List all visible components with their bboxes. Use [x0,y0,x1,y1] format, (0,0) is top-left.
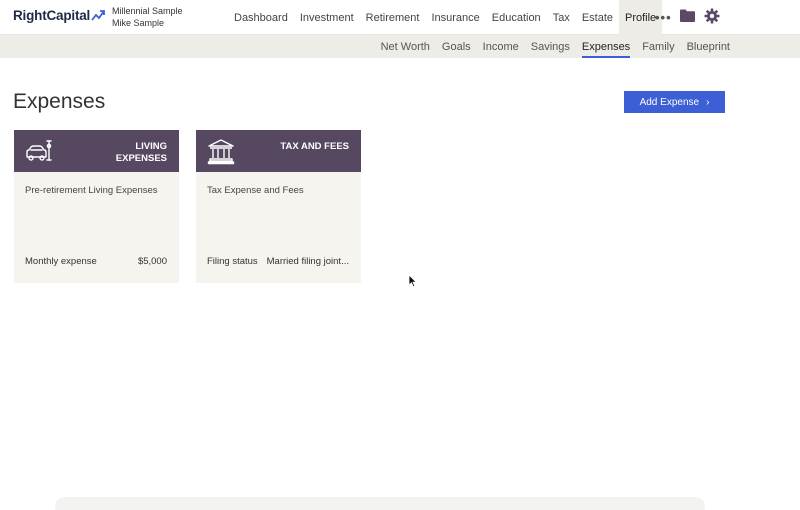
page-title: Expenses [13,90,106,113]
logo-arrow-icon [91,9,106,21]
expense-card-living[interactable]: LIVING EXPENSES Pre-retirement Living Ex… [14,130,179,283]
card-category-title: LIVING EXPENSES [115,141,167,164]
nav-tax[interactable]: Tax [547,0,576,35]
logo-text: RightCapital [13,8,91,23]
bank-icon [207,139,235,165]
subnav-income[interactable]: Income [483,35,519,58]
chevron-right-icon: › [706,96,710,108]
nav-estate[interactable]: Estate [576,0,619,35]
car-icon [26,140,52,161]
card-expense-name: Tax Expense and Fees [207,185,304,196]
add-expense-label: Add Expense [639,96,700,108]
client-primary-name: Millennial Sample [112,6,183,16]
gear-icon[interactable] [704,8,720,24]
subnav-goals[interactable]: Goals [442,35,471,58]
client-switcher[interactable]: Millennial Sample Mike Sample [112,5,183,29]
subnav-expenses[interactable]: Expenses [581,35,631,58]
card-header: LIVING EXPENSES [14,130,179,172]
more-menu-button[interactable]: ••• [655,10,672,25]
card-expense-name: Pre-retirement Living Expenses [25,185,158,196]
subnav-blueprint[interactable]: Blueprint [687,35,730,58]
bottom-panel-edge [55,497,705,510]
expense-card-tax[interactable]: TAX AND FEES Tax Expense and Fees Filing… [196,130,361,283]
mouse-cursor-icon [408,274,418,288]
subnav-family[interactable]: Family [642,35,674,58]
card-footer-value: Married filing joint... [266,256,349,267]
nav-education[interactable]: Education [486,0,547,35]
card-category-title: TAX AND FEES [280,141,349,152]
nav-retirement[interactable]: Retirement [360,0,426,35]
subnav-net-worth[interactable]: Net Worth [381,35,430,58]
logo[interactable]: RightCapital [13,8,106,23]
add-expense-button[interactable]: Add Expense › [624,91,725,113]
card-footer-label: Monthly expense [25,256,97,267]
card-header: TAX AND FEES [196,130,361,172]
folder-icon[interactable] [680,9,695,22]
main-nav: Dashboard Investment Retirement Insuranc… [228,0,663,35]
profile-subnav: Net Worth Goals Income Savings Expenses … [0,35,800,58]
nav-investment[interactable]: Investment [294,0,360,35]
client-secondary-name: Mike Sample [112,18,165,28]
subnav-savings[interactable]: Savings [531,35,570,58]
card-footer-value: $5,000 [137,256,167,267]
card-footer-label: Filing status [207,256,258,267]
nav-insurance[interactable]: Insurance [425,0,485,35]
top-bar: RightCapital Millennial Sample Mike Samp… [0,0,800,35]
nav-dashboard[interactable]: Dashboard [228,0,294,35]
